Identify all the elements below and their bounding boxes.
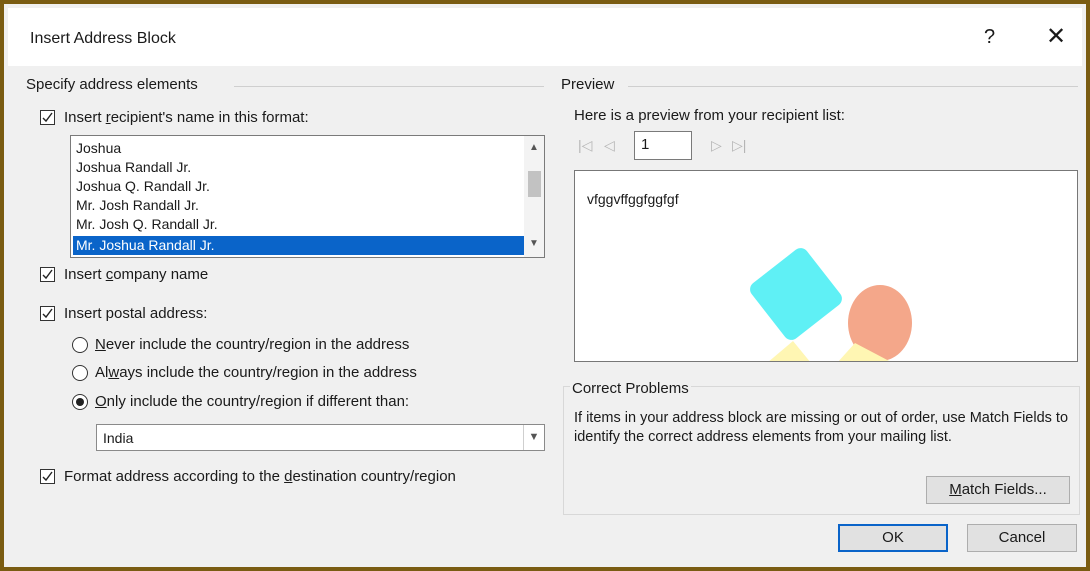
list-item[interactable]: Joshua Randall Jr.	[73, 158, 524, 177]
next-record-icon[interactable]: ▷	[711, 137, 722, 154]
postal-address-checkbox[interactable]	[40, 306, 55, 321]
checkmark-icon	[42, 308, 53, 319]
country-select[interactable]: India ▼	[96, 424, 545, 451]
checkmark-icon	[42, 269, 53, 280]
first-record-icon[interactable]: |◁	[578, 137, 592, 154]
chevron-down-icon[interactable]: ▼	[523, 425, 544, 450]
cancel-button[interactable]: Cancel	[967, 524, 1077, 552]
format-by-country-label[interactable]: Format address according to the destinat…	[64, 468, 456, 485]
checkmark-icon	[42, 471, 53, 482]
title-bar: Insert Address Block ? ✕	[8, 8, 1082, 66]
address-preview-box: vfggvffggfggfgf	[574, 170, 1078, 362]
list-item-selected[interactable]: Mr. Joshua Randall Jr.	[73, 236, 524, 255]
previous-record-icon[interactable]: ◁	[604, 137, 615, 154]
last-record-icon[interactable]: ▷|	[732, 137, 746, 154]
name-format-listbox[interactable]: Joshua Joshua Randall Jr. Joshua Q. Rand…	[70, 135, 545, 258]
group-divider	[234, 86, 544, 87]
correct-problems-panel: Correct Problems If items in your addres…	[563, 380, 1080, 515]
format-by-country-checkbox[interactable]	[40, 469, 55, 484]
recipient-name-label[interactable]: Insert recipient's name in this format:	[64, 109, 309, 126]
scrollbar-thumb[interactable]	[528, 171, 541, 197]
company-name-label[interactable]: Insert company name	[64, 266, 208, 283]
close-button[interactable]: ✕	[1046, 22, 1066, 51]
scroll-down-icon[interactable]: ▼	[529, 238, 539, 249]
company-name-checkbox[interactable]	[40, 267, 55, 282]
scroll-up-icon[interactable]: ▲	[529, 142, 539, 153]
correct-problems-label: Correct Problems	[570, 380, 691, 397]
only-include-if-different-radio[interactable]	[72, 394, 88, 410]
group-divider	[628, 86, 1078, 87]
always-include-country-label[interactable]: Always include the country/region in the…	[95, 364, 417, 381]
dialog-title: Insert Address Block	[30, 30, 176, 47]
address-elements-group-label: Specify address elements	[26, 76, 198, 93]
watermark-logo	[750, 248, 912, 361]
always-include-country-radio[interactable]	[72, 365, 88, 381]
listbox-scrollbar[interactable]: ▲ ▼	[524, 136, 544, 257]
checkmark-icon	[42, 112, 53, 123]
never-include-country-label[interactable]: Never include the country/region in the …	[95, 336, 409, 353]
correct-problems-text: If items in your address block are missi…	[574, 410, 1069, 445]
match-fields-button[interactable]: Match Fields...	[926, 476, 1070, 504]
preview-group-label: Preview	[561, 76, 615, 93]
preview-intro-text: Here is a preview from your recipient li…	[574, 107, 845, 124]
recipient-name-checkbox[interactable]	[40, 110, 55, 125]
list-item[interactable]: Mr. Josh Q. Randall Jr.	[73, 215, 524, 234]
country-select-value: India	[103, 430, 134, 446]
record-number-input[interactable]: 1	[634, 131, 692, 160]
list-item[interactable]: Joshua	[73, 139, 524, 158]
never-include-country-radio[interactable]	[72, 337, 88, 353]
insert-address-block-dialog: Insert Address Block ? ✕ Specify address…	[0, 0, 1090, 571]
only-include-if-different-label[interactable]: Only include the country/region if diffe…	[95, 393, 409, 410]
ok-button[interactable]: OK	[838, 524, 948, 552]
list-item[interactable]: Mr. Josh Randall Jr.	[73, 196, 524, 215]
help-button[interactable]: ?	[984, 26, 995, 49]
postal-address-label[interactable]: Insert postal address:	[64, 305, 207, 322]
list-item[interactable]: Joshua Q. Randall Jr.	[73, 177, 524, 196]
